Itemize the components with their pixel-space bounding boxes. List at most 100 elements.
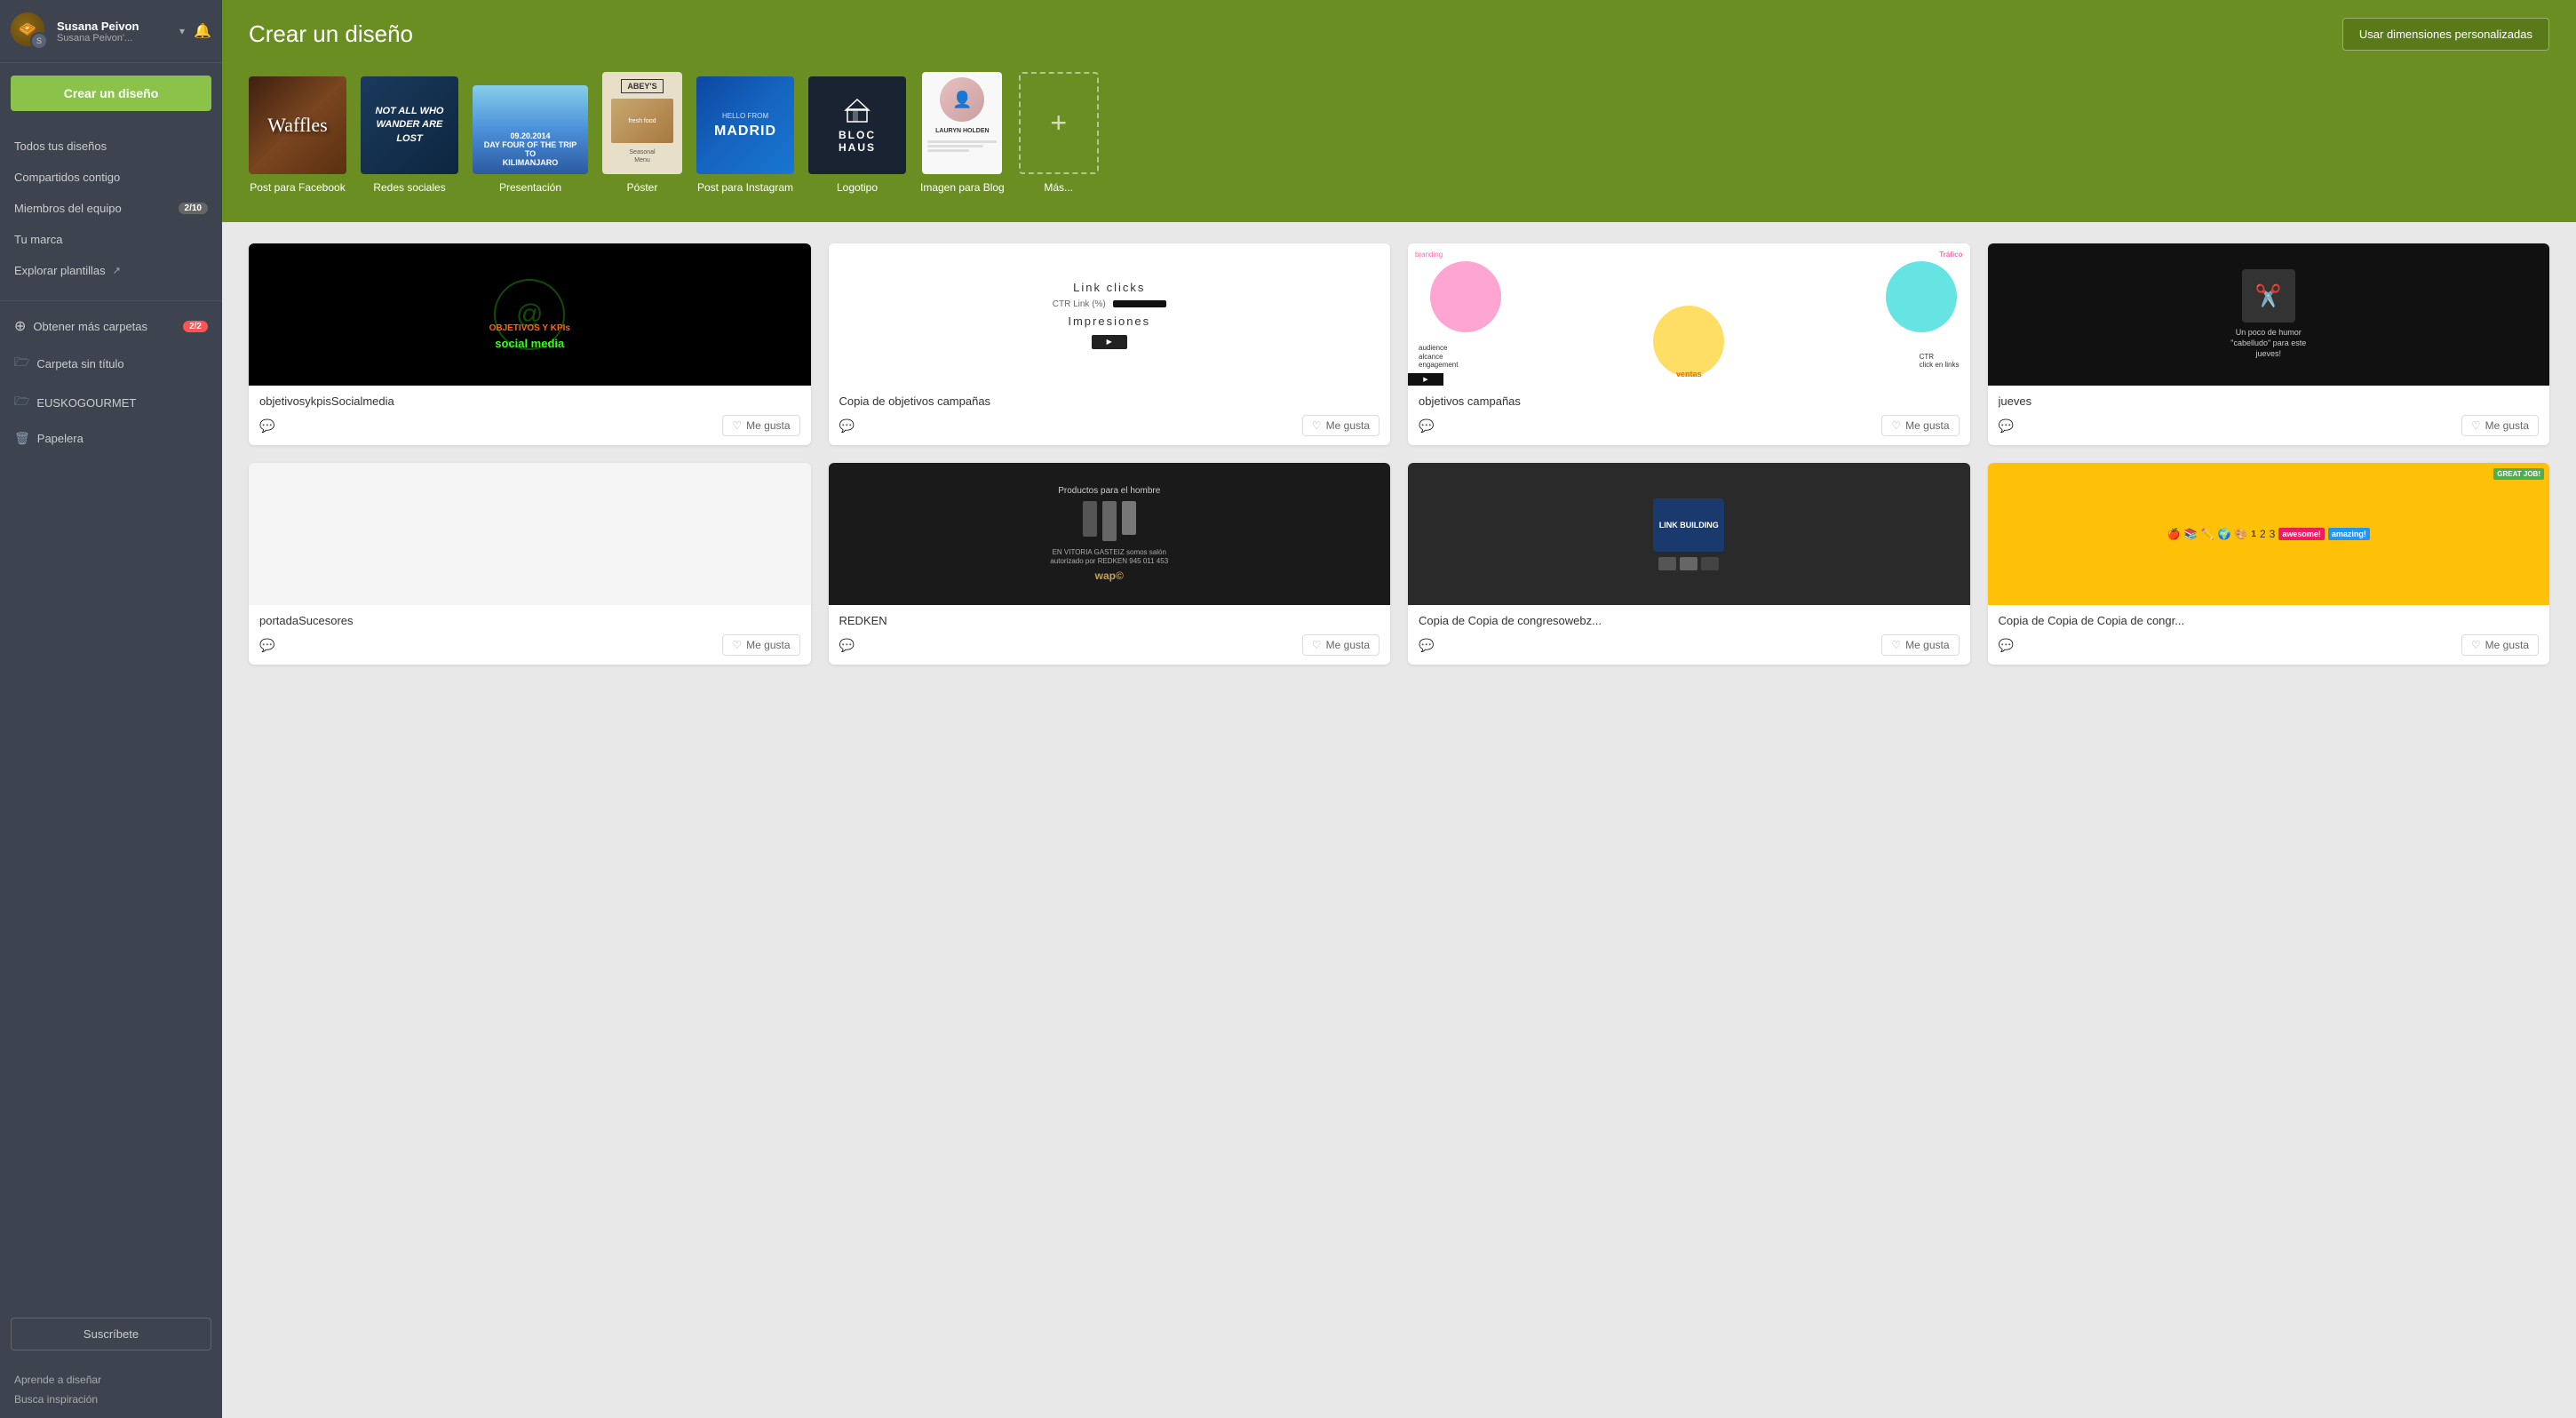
- design-info-2: Copia de objetivos campañas 💬 ♡ Me gusta: [829, 386, 1391, 445]
- template-facebook[interactable]: Waffles Post para Facebook: [249, 76, 346, 194]
- designs-grid: @ OBJETIVOS Y KPIs social media objetivo…: [249, 243, 2549, 665]
- chevron-down-icon[interactable]: ▾: [179, 25, 185, 37]
- custom-dimensions-button[interactable]: Usar dimensiones personalizadas: [2342, 18, 2549, 51]
- shared-label: Compartidos contigo: [14, 171, 120, 184]
- design-card-portada[interactable]: portadaSucesores 💬 ♡ Me gusta: [249, 463, 811, 665]
- user-name: Susana Peivon: [57, 20, 171, 33]
- learn-design-link[interactable]: Aprende a diseñar: [14, 1370, 208, 1390]
- sidebar-item-explore[interactable]: Explorar plantillas ↗: [0, 255, 222, 286]
- design-card-jueves[interactable]: ✂️ Un poco de humor"cabelludo" para este…: [1988, 243, 2550, 445]
- like-button-6[interactable]: ♡ Me gusta: [1881, 634, 1959, 656]
- create-design-button[interactable]: Crear un diseño: [11, 76, 211, 111]
- designs-area: @ OBJETIVOS Y KPIs social media objetivo…: [222, 222, 2576, 1418]
- user-sub: Susana Peivon'...: [57, 33, 171, 44]
- subscribe-button[interactable]: Suscríbete: [11, 1318, 211, 1350]
- sidebar-item-untitled-folder[interactable]: 🗁 Carpeta sin título: [0, 344, 222, 383]
- design-info-6: REDKEN 💬 ♡ Me gusta: [829, 605, 1391, 665]
- sidebar-item-team[interactable]: Miembros del equipo 2/10: [0, 193, 222, 224]
- design-card-objetivos-kpis[interactable]: @ OBJETIVOS Y KPIs social media objetivo…: [249, 243, 811, 445]
- comment-icon-4: 💬: [1999, 418, 2014, 434]
- template-more[interactable]: + Más...: [1019, 72, 1099, 194]
- plus-circle-icon: ⊕: [14, 317, 26, 335]
- avatar-sub: S: [30, 32, 48, 50]
- template-instagram-label: Post para Instagram: [697, 181, 793, 194]
- heart-icon-7: ♡: [1891, 639, 1901, 651]
- template-presentation[interactable]: 09.20.2014DAY FOUR OF THE TRIP TOKILIMAN…: [473, 85, 588, 194]
- sidebar-footer: Aprende a diseñar Busca inspiración: [0, 1361, 222, 1418]
- comment-icon: 💬: [259, 418, 274, 434]
- design-name-4: jueves: [1999, 394, 2540, 408]
- design-actions: 💬 ♡ Me gusta: [259, 415, 800, 436]
- template-blog[interactable]: 👤 LAURYN HOLDEN Imagen para Blog: [920, 72, 1005, 194]
- sidebar-nav: Todos tus diseños Compartidos contigo Mi…: [0, 123, 222, 293]
- design-actions-2: 💬 ♡ Me gusta: [839, 415, 1380, 436]
- heart-icon-2: ♡: [1312, 419, 1322, 432]
- design-info-3: objetivos campañas 💬 ♡ Me gusta: [1408, 386, 1970, 445]
- design-name-3: objetivos campañas: [1419, 394, 1960, 408]
- trash-label: Papelera: [37, 432, 83, 445]
- like-button-5[interactable]: ♡ Me gusta: [1302, 634, 1379, 656]
- template-presentation-label: Presentación: [499, 181, 561, 194]
- design-actions-5: 💬 ♡ Me gusta: [259, 634, 800, 656]
- like-button-7[interactable]: ♡ Me gusta: [2461, 634, 2539, 656]
- like-button-0[interactable]: ♡ Me gusta: [722, 415, 799, 436]
- comment-icon-3: 💬: [1419, 418, 1434, 434]
- template-social-label: Redes sociales: [373, 181, 445, 194]
- sidebar-item-shared[interactable]: Compartidos contigo: [0, 162, 222, 193]
- design-card-venn[interactable]: Tráfico branding CTRclick en links audie…: [1408, 243, 1970, 445]
- design-actions-7: 💬 ♡ Me gusta: [1419, 634, 1960, 656]
- main-content: Crear un diseño Usar dimensiones persona…: [222, 0, 2576, 1418]
- design-card-redken[interactable]: Productos para el hombre EN VITORIA GAST…: [829, 463, 1391, 665]
- like-button-3[interactable]: ♡ Me gusta: [2461, 415, 2539, 436]
- design-actions-4: 💬 ♡ Me gusta: [1999, 415, 2540, 436]
- template-instagram[interactable]: HELLO FROM MADRID Post para Instagram: [696, 76, 794, 194]
- design-info-5: portadaSucesores 💬 ♡ Me gusta: [249, 605, 811, 665]
- euskogourmet-label: EUSKOGOURMET: [36, 396, 136, 410]
- sidebar-item-brand[interactable]: Tu marca: [0, 224, 222, 255]
- like-button-2[interactable]: ♡ Me gusta: [1881, 415, 1959, 436]
- design-name: objetivosykpisSocialmedia: [259, 394, 800, 408]
- design-info: objetivosykpisSocialmedia 💬 ♡ Me gusta: [249, 386, 811, 445]
- house-icon: [844, 97, 871, 123]
- design-info-4: jueves 💬 ♡ Me gusta: [1988, 386, 2550, 445]
- avatar[interactable]: 🧇 S: [11, 12, 48, 50]
- sidebar-bottom: Suscríbete: [0, 1307, 222, 1361]
- sidebar: 🧇 S Susana Peivon Susana Peivon'... ▾ 🔔 …: [0, 0, 222, 1418]
- arrow-icon: ↗: [113, 265, 121, 276]
- design-card-link-building[interactable]: LINK BUILDING Copia de Copia de congreso…: [1408, 463, 1970, 665]
- folders-badge: 2/2: [183, 321, 208, 332]
- heart-icon-5: ♡: [732, 639, 742, 651]
- design-name-5: portadaSucesores: [259, 614, 800, 627]
- template-blog-label: Imagen para Blog: [920, 181, 1005, 194]
- sidebar-item-euskogourmet[interactable]: 🗁 EUSKOGOURMET: [0, 383, 222, 422]
- design-card-link-clicks[interactable]: Link clicks CTR Link (%) Impresiones ▶ C…: [829, 243, 1391, 445]
- design-actions-6: 💬 ♡ Me gusta: [839, 634, 1380, 656]
- comment-icon-6: 💬: [839, 638, 855, 653]
- like-button-4[interactable]: ♡ Me gusta: [722, 634, 799, 656]
- template-poster[interactable]: ABEY'S fresh food SeasonalMenu Póster: [602, 72, 682, 194]
- all-designs-label: Todos tus diseños: [14, 139, 107, 153]
- trash-icon: 🗑: [14, 431, 30, 446]
- design-name-8: Copia de Copia de Copia de congr...: [1999, 614, 2540, 627]
- heart-icon: ♡: [732, 419, 742, 432]
- like-button-1[interactable]: ♡ Me gusta: [1302, 415, 1379, 436]
- template-social[interactable]: NOT ALL WHO WANDER ARE LOST Redes social…: [361, 76, 458, 194]
- find-inspiration-link[interactable]: Busca inspiración: [14, 1390, 208, 1409]
- design-card-copia-congreso[interactable]: 🍎 📚 ✏️ 🌍 🎨 1 2 3 GREAT JOB! awesome! ama…: [1988, 463, 2550, 665]
- comment-icon-7: 💬: [1419, 638, 1434, 653]
- get-more-folders-label: Obtener más carpetas: [33, 320, 147, 333]
- sidebar-item-all-designs[interactable]: Todos tus diseños: [0, 131, 222, 162]
- template-logo[interactable]: BLOCHAUS Logotipo: [808, 76, 906, 194]
- bell-icon[interactable]: 🔔: [194, 22, 211, 40]
- comment-icon-2: 💬: [839, 418, 855, 434]
- plus-icon: +: [1050, 107, 1067, 139]
- design-actions-3: 💬 ♡ Me gusta: [1419, 415, 1960, 436]
- page-title: Crear un diseño: [249, 20, 413, 48]
- design-actions-8: 💬 ♡ Me gusta: [1999, 634, 2540, 656]
- get-more-folders-button[interactable]: ⊕ Obtener más carpetas 2/2: [0, 308, 222, 344]
- heart-icon-4: ♡: [2471, 419, 2481, 432]
- comment-icon-5: 💬: [259, 638, 274, 653]
- comment-icon-8: 💬: [1999, 638, 2014, 653]
- folder-icon-2: 🗁: [14, 392, 29, 413]
- sidebar-item-trash[interactable]: 🗑 Papelera: [0, 422, 222, 455]
